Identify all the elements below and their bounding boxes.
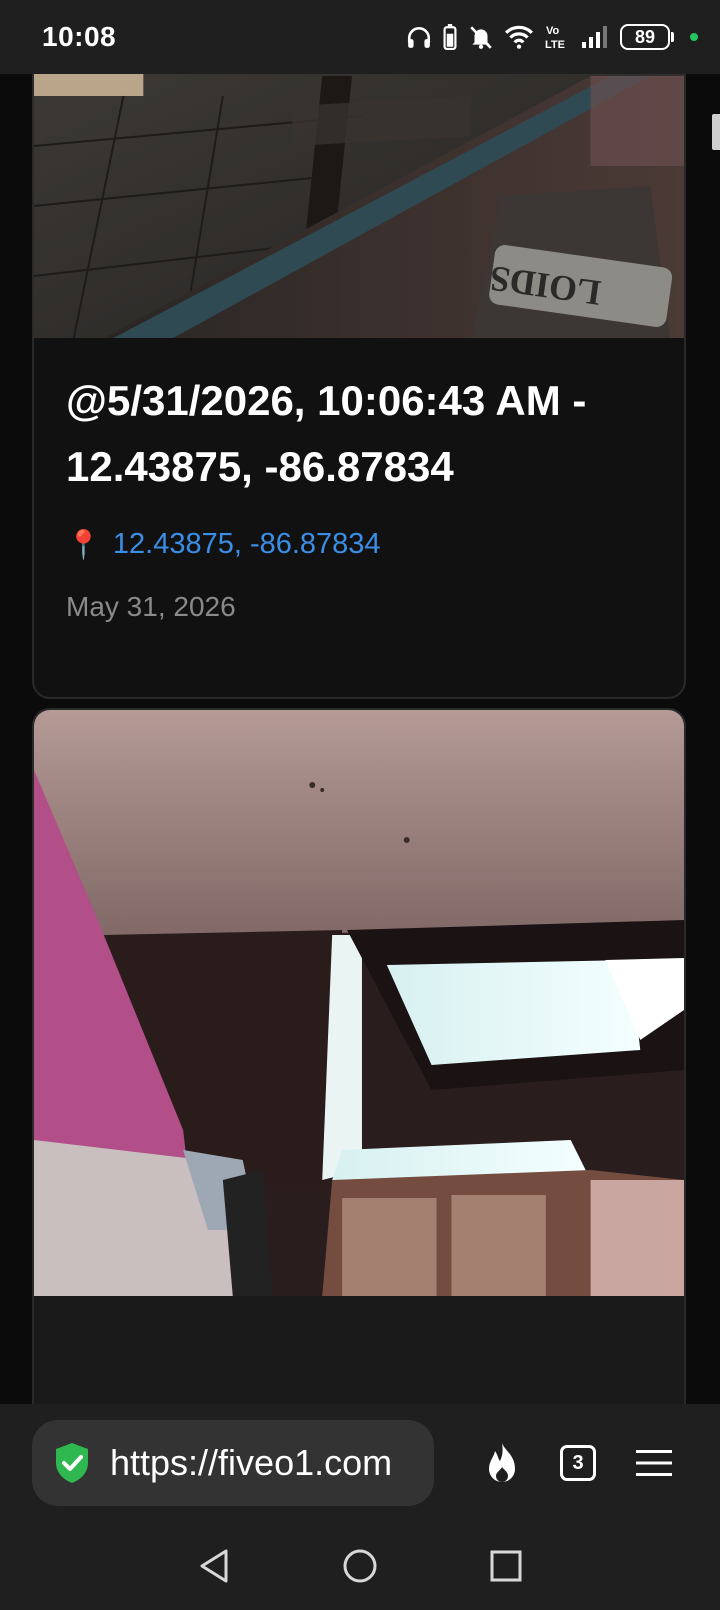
system-nav-bar [0, 1522, 720, 1610]
battery-level: 89 [634, 26, 656, 47]
tab-count: 3 [560, 1445, 597, 1481]
url-text[interactable]: https://fiveo1.com [110, 1442, 392, 1484]
privacy-dot [690, 33, 698, 41]
post-photo[interactable]: LOIDS [34, 74, 684, 338]
status-icons: Vo LTE 89 [406, 23, 698, 51]
status-bar: 10:08 Vo LTE 89 [0, 0, 720, 74]
battery-saver-icon [443, 24, 457, 50]
hamburger-menu-icon [636, 1450, 673, 1476]
recents-icon[interactable] [490, 1550, 522, 1582]
post-location[interactable]: 12.43875, -86.87834 [113, 528, 381, 561]
svg-text:Vo: Vo [546, 25, 560, 37]
bell-muted-icon [470, 26, 492, 49]
scrollbar-thumb[interactable] [712, 114, 720, 150]
post-card[interactable] [32, 708, 686, 1404]
flame-icon [489, 1443, 516, 1482]
flame-button[interactable] [464, 1420, 540, 1506]
headphones-icon [407, 27, 431, 48]
status-time: 10:08 [42, 21, 117, 52]
post-title: @5/31/2026, 10:06:43 AM - 12.43875, -86.… [66, 377, 587, 490]
wifi-icon [505, 25, 533, 49]
photo-room-ceiling [34, 710, 684, 1296]
home-icon[interactable] [342, 1548, 378, 1584]
pin-icon: 📍 [66, 529, 101, 560]
photo-table-floor: LOIDS [34, 74, 684, 338]
battery-indicator: 89 [620, 24, 674, 50]
volte-icon: Vo LTE [545, 25, 565, 51]
post-card[interactable]: LOIDS @5/31/2026, 10:06:43 AM - 12.43875… [32, 74, 686, 699]
address-bar[interactable]: https://fiveo1.com [32, 1420, 435, 1506]
post-date: May 31, 2026 [66, 591, 236, 622]
tabs-button[interactable]: 3 [540, 1420, 616, 1506]
back-icon[interactable] [198, 1548, 230, 1584]
post-location-link[interactable]: 📍 12.43875, -86.87834 [66, 528, 652, 561]
post-photo[interactable] [34, 710, 684, 1296]
feed[interactable]: LOIDS @5/31/2026, 10:06:43 AM - 12.43875… [0, 74, 720, 1404]
svg-text:LTE: LTE [545, 39, 565, 51]
menu-button[interactable] [616, 1420, 692, 1506]
shield-check-icon [56, 1443, 88, 1483]
signal-icon [582, 26, 607, 48]
browser-toolbar: https://fiveo1.com 3 [0, 1404, 720, 1522]
